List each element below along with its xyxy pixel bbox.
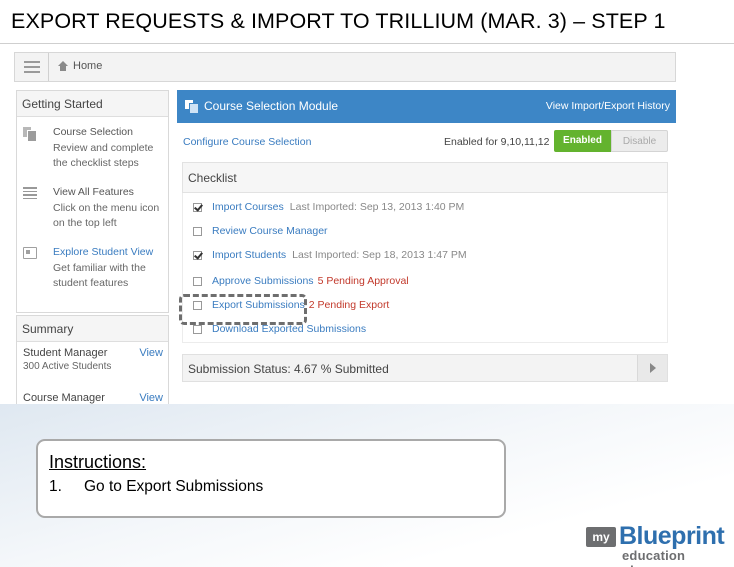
home-label: Home (73, 60, 103, 72)
logo-tagline: education planner (622, 548, 686, 567)
import-students-note: Last Imported: Sep 18, 2013 1:47 PM (292, 249, 467, 261)
explore-student-view-link[interactable]: Explore Student View (53, 246, 153, 258)
pages-icon (23, 127, 37, 142)
step-number: 1. (49, 478, 62, 495)
import-students-link[interactable]: Import Students (212, 249, 286, 261)
gs-desc: Review and complete the checklist steps (53, 141, 154, 170)
checklist-item-approve-submissions: Approve Submissions 5 Pending Approval (193, 273, 409, 289)
instructions-box: Instructions: 1. Go to Export Submission… (36, 439, 506, 518)
highlight-box (179, 294, 307, 325)
checkbox-import-students[interactable] (193, 250, 202, 260)
app-screenshot: Home Getting Started Course Selection Re… (12, 44, 680, 404)
checkbox-review-course-manager[interactable] (193, 226, 202, 236)
checklist-item-import-courses: Import Courses Last Imported: Sep 13, 20… (193, 199, 464, 215)
enabled-button[interactable]: Enabled (554, 130, 611, 152)
course-manager-view-link[interactable]: View (139, 392, 163, 404)
myblueprint-logo: my Blueprint education planner (586, 522, 734, 567)
checklist-item-import-students: Import Students Last Imported: Sep 18, 2… (193, 247, 467, 263)
import-courses-link[interactable]: Import Courses (212, 201, 284, 213)
play-arrow-icon[interactable] (637, 355, 667, 381)
summary-row-course-manager: Course Manager View (23, 392, 167, 404)
summary-label: Course Manager (23, 392, 105, 404)
enabled-for-text: Enabled for 9,10,11,12 (444, 136, 550, 148)
configure-row: Configure Course Selection Enabled for 9… (177, 124, 676, 158)
submission-status-bar: Submission Status: 4.67 % Submitted (182, 354, 668, 382)
approve-pending-badge: 5 Pending Approval (317, 275, 409, 287)
export-pending-badge: 2 Pending Export (308, 299, 390, 311)
logo-my: my (586, 527, 616, 547)
module-header: Course Selection Module View Import/Expo… (177, 90, 676, 123)
student-card-icon (23, 247, 37, 259)
disable-button[interactable]: Disable (611, 130, 668, 152)
step-text: Go to Export Submissions (84, 478, 264, 495)
getting-started-title: Getting Started (17, 91, 168, 117)
summary-panel: Summary Student Manager View 300 Active … (16, 315, 169, 404)
student-manager-view-link[interactable]: View (139, 347, 163, 359)
module-title: Course Selection Module (204, 99, 339, 113)
review-course-manager-link[interactable]: Review Course Manager (212, 225, 328, 237)
gs-desc: Click on the menu icon on the top left (53, 201, 160, 230)
top-bar: Home (14, 52, 676, 82)
logo-brand: Blueprint (619, 522, 725, 550)
checkbox-approve-submissions[interactable] (193, 276, 202, 286)
menu-list-icon (23, 187, 37, 199)
import-export-history-link[interactable]: View Import/Export History (546, 100, 670, 112)
checkbox-import-courses[interactable] (193, 202, 202, 212)
summary-sub: 300 Active Students (23, 361, 112, 372)
approve-submissions-link[interactable]: Approve Submissions (212, 275, 314, 287)
summary-title: Summary (17, 316, 168, 342)
import-courses-note: Last Imported: Sep 13, 2013 1:40 PM (289, 201, 465, 213)
summary-label: Student Manager (23, 347, 108, 359)
summary-row-student-manager: Student Manager View 300 Active Students (23, 347, 167, 372)
slide-title: EXPORT REQUESTS & IMPORT TO TRILLIUM (MA… (0, 0, 734, 44)
instruction-step: 1. Go to Export Submissions (49, 478, 504, 496)
checkbox-download-exported[interactable] (193, 324, 202, 334)
gs-desc: Get familiar with the student features (53, 261, 146, 290)
course-selection-link[interactable]: Course Selection (53, 126, 133, 138)
home-icon (57, 60, 69, 72)
breadcrumb-home[interactable]: Home (57, 60, 102, 72)
menu-icon[interactable] (15, 53, 49, 81)
checklist-title: Checklist (182, 162, 668, 193)
module-pages-icon (185, 100, 199, 114)
course-selection-module: Course Selection Module View Import/Expo… (177, 90, 676, 404)
getting-started-panel: Getting Started Course Selection Review … (16, 90, 169, 313)
configure-course-selection-link[interactable]: Configure Course Selection (183, 136, 311, 148)
checklist-item-review-course-manager: Review Course Manager (193, 223, 328, 239)
submission-status-text: Submission Status: 4.67 % Submitted (188, 362, 389, 376)
instructions-title: Instructions: (49, 452, 147, 472)
view-all-features-link[interactable]: View All Features (53, 186, 134, 198)
